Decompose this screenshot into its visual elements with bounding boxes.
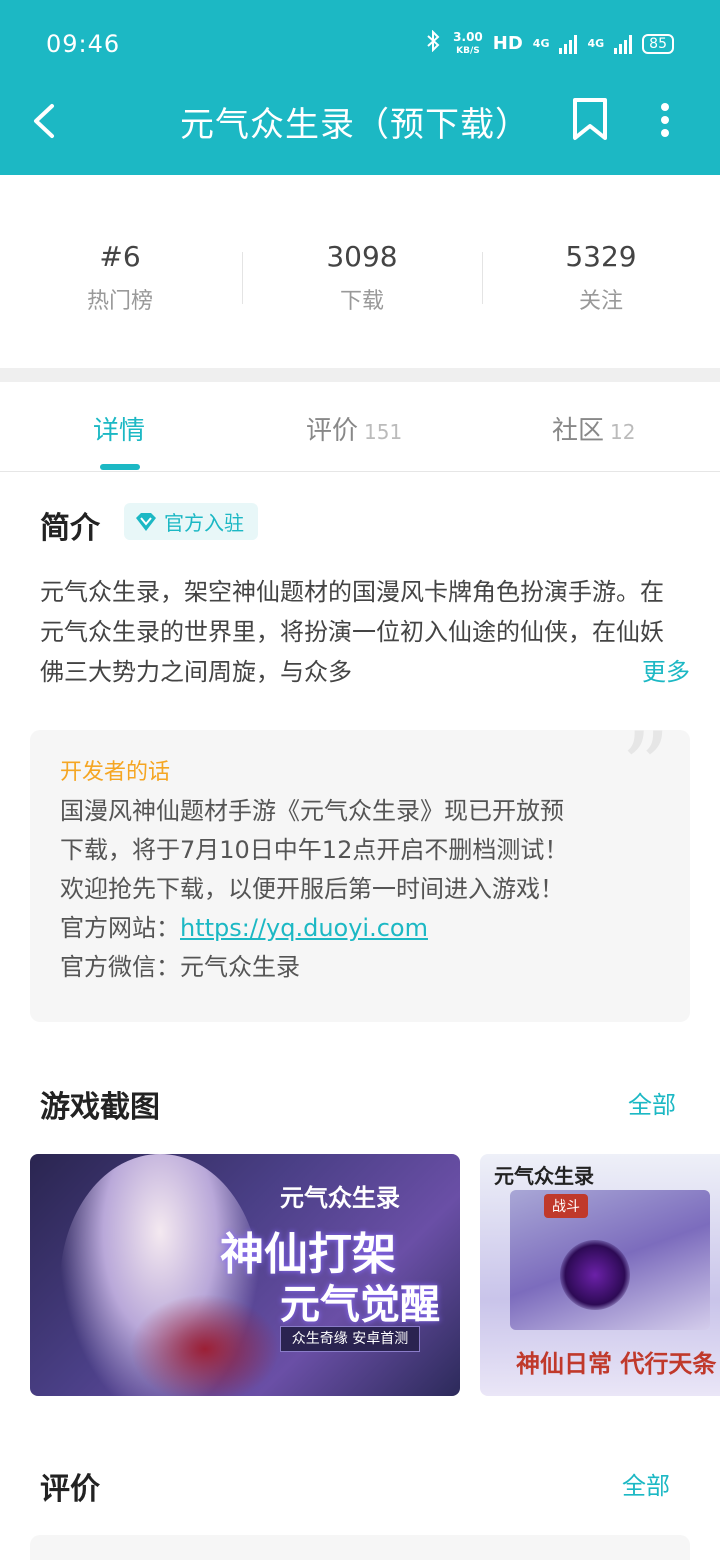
bluetooth-icon (425, 29, 443, 57)
tab-count: 151 (364, 420, 403, 444)
developer-note-title: 开发者的话 (60, 760, 171, 785)
tab-label: 详情 (93, 416, 146, 446)
official-wechat-line: 官方微信：元气众生录 (60, 953, 300, 981)
tab-count: 12 (610, 420, 636, 444)
signal-bars-1-icon (559, 34, 578, 54)
official-site-label: 官方网站： (60, 914, 180, 942)
more-button[interactable] (650, 98, 680, 142)
page-title: 元气众生录（预下载） (180, 105, 530, 145)
screenshots-see-all-link[interactable]: 全部 (628, 1085, 676, 1120)
stat-downloads: 3098 下载 (242, 240, 482, 315)
network-type-2: 4G (587, 37, 605, 50)
shot2-slogan: 神仙日常 代行天条 (516, 1349, 717, 1378)
section-divider (0, 368, 720, 382)
stats-panel: #6 热门榜 3098 下载 5329 关注 (0, 176, 720, 368)
tab-details[interactable]: 详情 (93, 410, 145, 447)
more-vertical-icon (661, 103, 669, 137)
back-button[interactable] (26, 98, 66, 144)
tab-reviews[interactable]: 评价 151 (306, 410, 402, 447)
shot2-logo: 元气众生录 (494, 1164, 594, 1188)
status-time: 09:46 (46, 30, 121, 58)
developer-note-line: 下载，将于7月10日中午12点开启不删档测试！ (60, 836, 569, 864)
official-badge: 官方入驻 (124, 503, 258, 540)
battle-badge: 战斗 (544, 1194, 588, 1218)
stat-label: 关注 (578, 289, 623, 314)
official-site-link[interactable]: https://yq.duoyi.com (180, 914, 428, 942)
bookmark-icon (573, 98, 607, 140)
screenshot-1[interactable]: 元气众生录 神仙打架 元气觉醒 众生奇缘 安卓首测 (30, 1154, 460, 1396)
chevron-left-icon (34, 104, 54, 138)
hd-indicator: HD (492, 33, 523, 54)
tab-label: 评价 (306, 416, 359, 446)
developer-note-line: 欢迎抢先下载，以便开服后第一时间进入游戏！ (60, 875, 564, 903)
stat-rank[interactable]: #6 热门榜 (0, 240, 240, 315)
bookmark-button[interactable] (570, 96, 610, 142)
tab-bar: 详情 评价 151 社区 12 (0, 382, 720, 472)
stat-value: #6 (99, 240, 141, 273)
stat-followers: 5329 关注 (481, 240, 720, 315)
screenshots-title: 游戏截图 (40, 1090, 160, 1125)
developer-note-body: 国漫风神仙题材手游《元气众生录》现已开放预 下载，将于7月10日中午12点开启不… (60, 792, 670, 987)
review-summary-card (30, 1535, 690, 1560)
battle-portal (560, 1240, 630, 1310)
intro-more-link[interactable]: 更多 (560, 652, 690, 692)
tab-indicator (100, 464, 140, 470)
status-icons: 3.00 KB/S HD 4G 4G 85 (425, 29, 674, 57)
reviews-title: 评价 (40, 1472, 100, 1507)
screenshot-2[interactable]: 元气众生录 战斗 神仙日常 代行天条 (480, 1154, 720, 1396)
shot1-logo: 元气众生录 (280, 1183, 400, 1212)
official-site-row: 官方网站：https://yq.duoyi.com (60, 909, 670, 948)
status-bar: 09:46 3.00 KB/S HD 4G 4G 85 (0, 0, 720, 86)
reviews-see-all-link[interactable]: 全部 (622, 1466, 670, 1501)
signal-bars-2-icon (614, 34, 633, 54)
shot1-headline-2: 元气觉醒 (280, 1281, 440, 1328)
tab-label: 社区 (552, 416, 605, 446)
diamond-icon (136, 512, 156, 531)
tab-community[interactable]: 社区 12 (552, 410, 635, 447)
stat-label: 热门榜 (86, 289, 153, 314)
intro-title: 简介 (40, 511, 100, 546)
stat-value: 5329 (565, 240, 637, 273)
battery-icon: 85 (642, 33, 674, 54)
network-speed: 3.00 KB/S (453, 29, 483, 56)
badge-label: 官方入驻 (164, 511, 244, 535)
stat-value: 3098 (326, 240, 398, 273)
developer-note-line: 国漫风神仙题材手游《元气众生录》现已开放预 (60, 797, 564, 825)
stat-label: 下载 (339, 289, 384, 314)
app-header: 09:46 3.00 KB/S HD 4G 4G 85 元气众生录（预下载） (0, 0, 720, 175)
developer-note: ” 开发者的话 国漫风神仙题材手游《元气众生录》现已开放预 下载，将于7月10日… (30, 720, 690, 1022)
robe-art (130, 1294, 280, 1396)
app-bar: 元气众生录（预下载） (0, 86, 720, 175)
shot1-subtitle: 众生奇缘 安卓首测 (280, 1326, 420, 1352)
network-type-1: 4G (532, 37, 550, 50)
